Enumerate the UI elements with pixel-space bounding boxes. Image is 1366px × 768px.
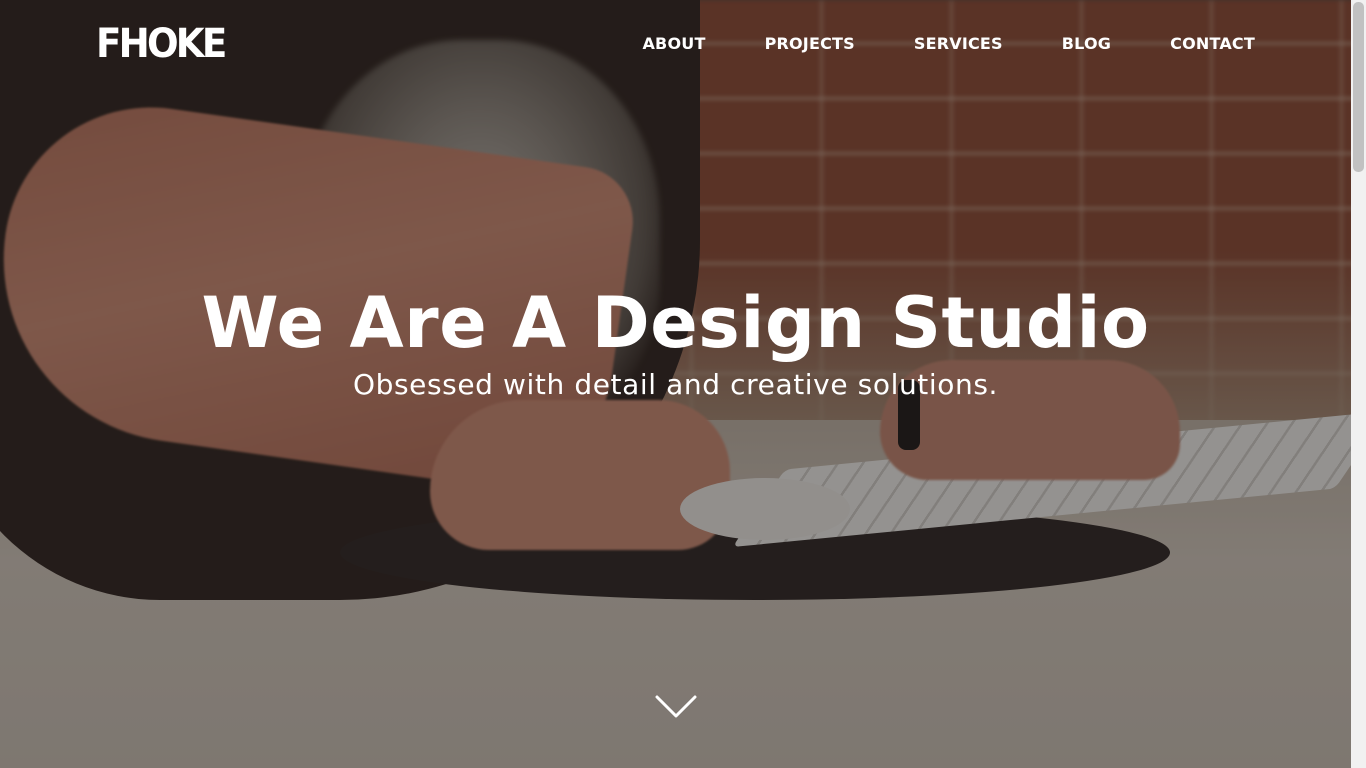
nav-item-blog[interactable]: BLOG [1062,32,1111,56]
chevron-down-icon[interactable] [655,694,697,720]
nav-item-projects[interactable]: PROJECTS [765,32,855,56]
hero-title: We Are A Design Studio [201,282,1150,364]
page: FHOKE ABOUT PROJECTS SERVICES BLOG CONTA… [0,0,1366,768]
nav-item-about[interactable]: ABOUT [642,32,705,56]
main-nav: ABOUT PROJECTS SERVICES BLOG CONTACT [642,32,1255,56]
scrollbar-thumb[interactable] [1353,2,1364,172]
page-scrollbar[interactable] [1351,0,1366,768]
site-logo[interactable]: FHOKE [96,22,227,66]
nav-item-services[interactable]: SERVICES [914,32,1003,56]
nav-item-contact[interactable]: CONTACT [1170,32,1255,56]
hero-subtitle: Obsessed with detail and creative soluti… [352,368,999,401]
